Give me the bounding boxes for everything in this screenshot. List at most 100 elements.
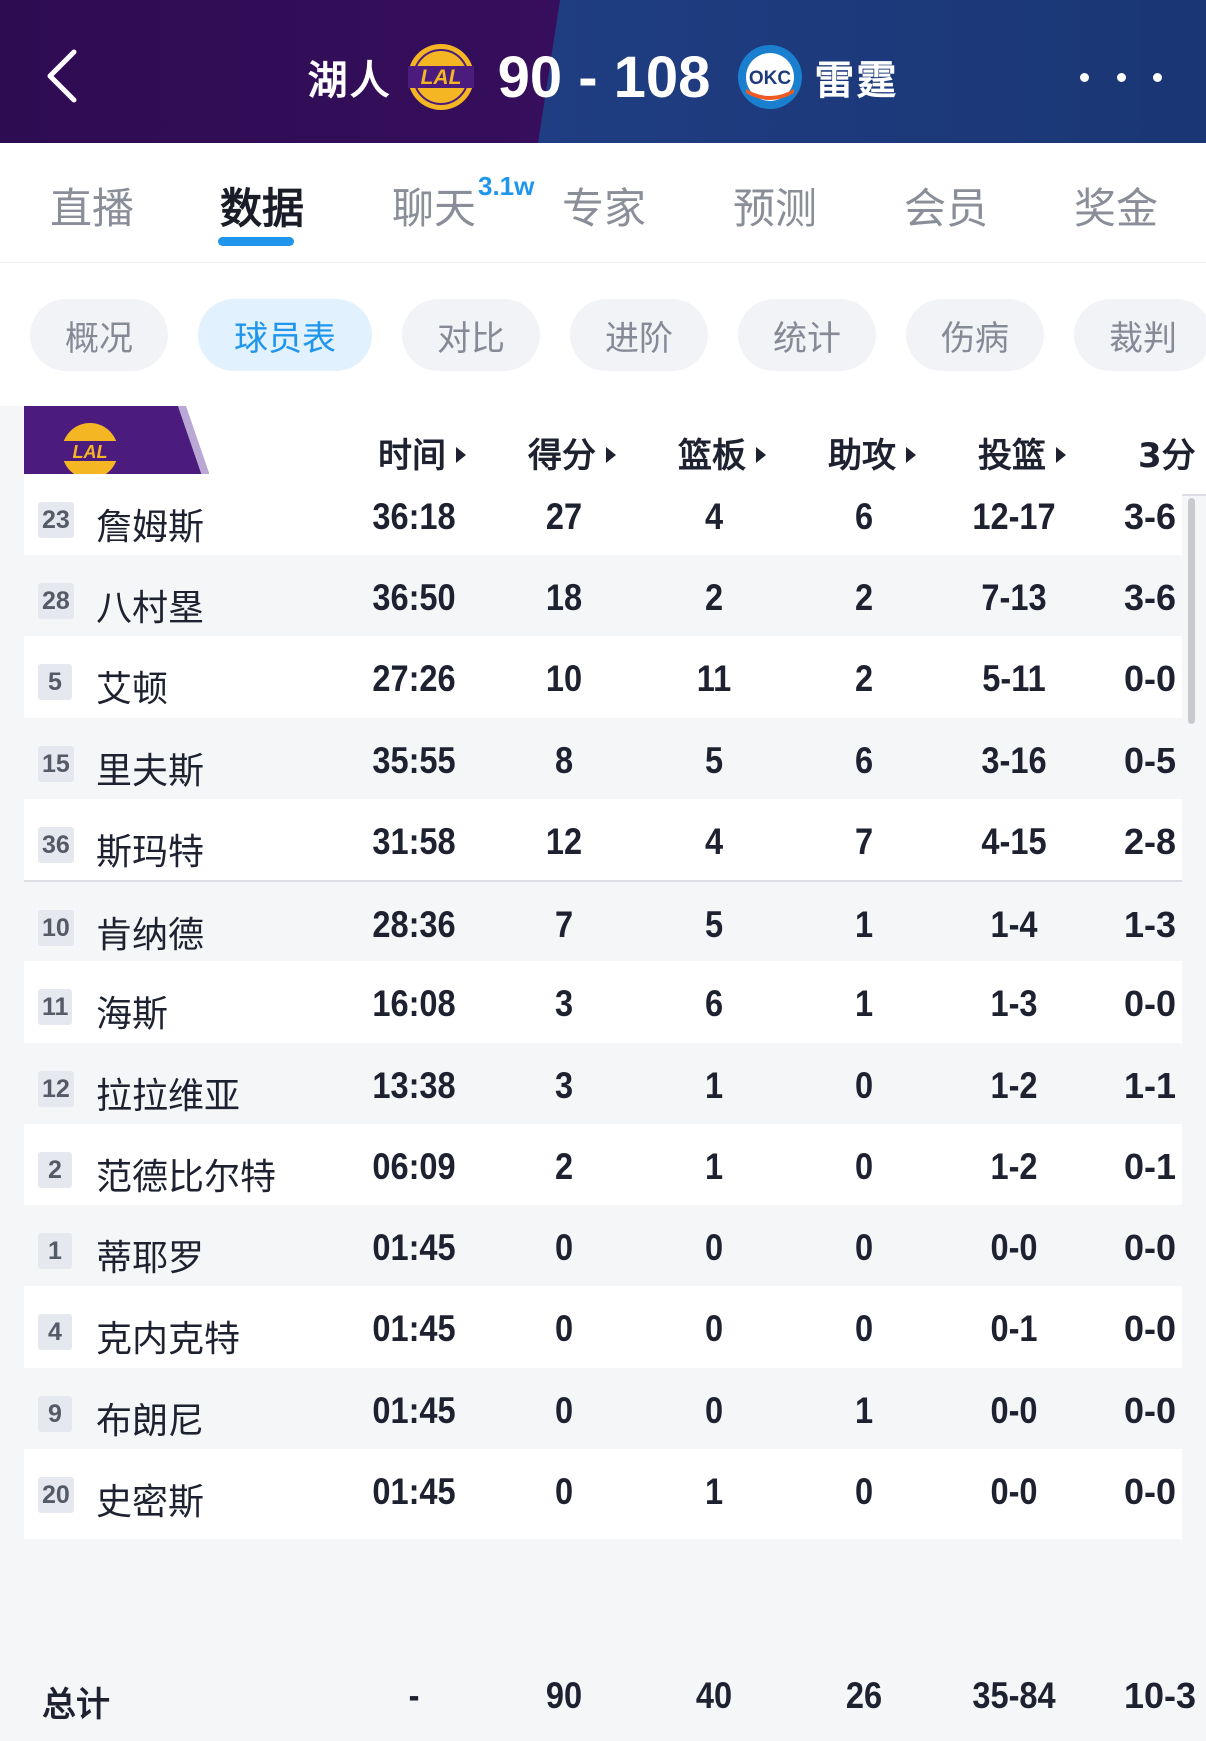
column-header-rebounds[interactable]: 篮板 <box>678 428 766 477</box>
player-points: 0 <box>554 1227 574 1268</box>
player-assists: 7 <box>854 821 874 862</box>
subtab-compare[interactable]: 对比 <box>402 299 540 371</box>
player-name[interactable]: 海斯 <box>96 985 168 1037</box>
table-row[interactable]: 28 八村塁 36:50 18 2 2 7-13 3-6 <box>24 555 1182 645</box>
dot-icon <box>1116 72 1126 82</box>
player-name[interactable]: 范德比尔特 <box>96 1148 276 1200</box>
table-row[interactable]: 20 史密斯 01:45 0 1 0 0-0 0-0 <box>24 1449 1182 1539</box>
player-name[interactable]: 肯纳德 <box>96 906 204 958</box>
column-header-label: 篮板 <box>678 436 746 476</box>
table-scrollbar[interactable] <box>1188 498 1195 724</box>
table-row[interactable]: 10 肯纳德 28:36 7 5 1 1-4 1-3 <box>24 880 1182 970</box>
player-name[interactable]: 克内克特 <box>96 1310 240 1362</box>
player-points: 27 <box>545 496 583 537</box>
table-row[interactable]: 23 詹姆斯 36:18 27 4 6 12-17 3-6 <box>24 474 1182 564</box>
player-time: 36:50 <box>372 577 456 618</box>
player-name[interactable]: 斯玛特 <box>96 823 204 875</box>
table-row[interactable]: 5 艾顿 27:26 10 11 2 5-11 0-0 <box>24 636 1182 726</box>
main-tab-bar: 直播 数据 聊天 3.1w 专家 预测 会员 奖金 <box>0 143 1206 263</box>
column-header-label: 助攻 <box>828 436 896 476</box>
table-row[interactable]: 15 里夫斯 35:55 8 5 6 3-16 0-5 <box>24 718 1182 808</box>
table-row[interactable]: 36 斯玛特 31:58 12 4 7 4-15 2-8 <box>24 799 1182 889</box>
player-points: 8 <box>554 740 574 781</box>
away-team-name[interactable]: 雷霆 <box>814 48 898 106</box>
tab-live[interactable]: 直播 <box>50 175 134 236</box>
lakers-logo[interactable]: LAL <box>406 42 476 112</box>
player-name[interactable]: 里夫斯 <box>96 742 204 794</box>
subtab-referees[interactable]: 裁判 <box>1074 299 1206 371</box>
table-row[interactable]: 1 蒂耶罗 01:45 0 0 0 0-0 0-0 <box>24 1205 1182 1295</box>
player-name[interactable]: 史密斯 <box>96 1473 204 1525</box>
player-name[interactable]: 八村塁 <box>96 579 204 631</box>
more-options-button[interactable] <box>1080 64 1162 90</box>
player-field-goals: 0-0 <box>990 1390 1038 1431</box>
player-time: 01:45 <box>372 1227 456 1268</box>
player-name[interactable]: 布朗尼 <box>96 1392 204 1444</box>
subtab-injuries[interactable]: 伤病 <box>906 299 1044 371</box>
player-field-goals: 0-1 <box>990 1308 1038 1349</box>
table-row[interactable]: 11 海斯 16:08 3 6 1 1-3 0-0 <box>24 961 1182 1051</box>
player-rebounds: 0 <box>704 1390 724 1431</box>
tab-membership[interactable]: 会员 <box>904 175 988 236</box>
player-rebounds: 5 <box>704 740 724 781</box>
player-field-goals: 0-0 <box>990 1227 1038 1268</box>
player-points: 2 <box>554 1146 574 1187</box>
subtab-overview[interactable]: 概况 <box>30 299 168 371</box>
player-field-goals: 12-17 <box>972 496 1056 537</box>
table-row[interactable]: 4 克内克特 01:45 0 0 0 0-1 0-0 <box>24 1286 1182 1376</box>
player-time: 06:09 <box>372 1146 456 1187</box>
tab-experts[interactable]: 专家 <box>562 175 646 236</box>
jersey-number: 2 <box>38 1152 72 1188</box>
column-header-assists[interactable]: 助攻 <box>828 428 916 477</box>
player-name[interactable]: 詹姆斯 <box>96 498 204 550</box>
player-time: 31:58 <box>372 821 456 862</box>
subtab-player-stats[interactable]: 球员表 <box>198 299 372 371</box>
player-name[interactable]: 艾顿 <box>96 660 168 712</box>
column-header-time[interactable]: 时间 <box>378 428 466 477</box>
player-time: 27:26 <box>372 658 456 699</box>
subtab-advanced[interactable]: 进阶 <box>570 299 708 371</box>
player-rebounds: 0 <box>704 1308 724 1349</box>
player-field-goals: 1-2 <box>990 1146 1038 1187</box>
player-rebounds: 1 <box>704 1146 724 1187</box>
player-rebounds: 5 <box>704 904 724 945</box>
thunder-logo[interactable]: OKC <box>736 43 804 111</box>
column-header-label: 时间 <box>378 436 446 476</box>
table-row[interactable]: 2 范德比尔特 06:09 2 1 0 1-2 0-1 <box>24 1124 1182 1214</box>
sort-arrow-icon <box>456 446 466 463</box>
lakers-logo-text: LAL <box>420 66 461 89</box>
jersey-number: 4 <box>38 1314 72 1350</box>
player-assists: 6 <box>854 740 874 781</box>
player-three-pointers: 0-0 <box>1124 1390 1177 1431</box>
column-header-field-goals[interactable]: 投篮 <box>978 428 1066 477</box>
player-assists: 0 <box>854 1227 874 1268</box>
table-row[interactable]: 9 布朗尼 01:45 0 0 1 0-0 0-0 <box>24 1368 1182 1458</box>
player-name[interactable]: 拉拉维亚 <box>96 1067 240 1119</box>
player-time: 36:18 <box>372 496 456 537</box>
column-header-three-pointers[interactable]: 3分 <box>1138 428 1196 477</box>
player-three-pointers: 0-0 <box>1124 983 1177 1024</box>
scoreboard: 湖人 LAL 90 - 108 OKC 雷霆 <box>0 34 1206 120</box>
player-time: 01:45 <box>372 1308 456 1349</box>
player-name[interactable]: 蒂耶罗 <box>96 1229 204 1281</box>
tab-bonus[interactable]: 奖金 <box>1074 175 1158 236</box>
player-three-pointers: 0-0 <box>1124 1227 1177 1268</box>
jersey-number: 28 <box>38 583 74 619</box>
dot-icon <box>1080 72 1089 82</box>
tab-data[interactable]: 数据 <box>220 175 304 236</box>
player-field-goals: 1-4 <box>990 904 1038 945</box>
player-points: 0 <box>554 1308 574 1349</box>
player-rebounds: 4 <box>704 821 724 862</box>
totals-points: 90 <box>545 1675 583 1716</box>
totals-rebounds: 40 <box>695 1675 733 1716</box>
player-points: 0 <box>554 1471 574 1512</box>
player-stats-table[interactable]: LAL 时间 得分 篮板 助攻 投篮 3分 23 詹姆斯 36:18 27 4 6 12-1… <box>0 406 1206 1741</box>
table-row[interactable]: 12 拉拉维亚 13:38 3 1 0 1-2 1-1 <box>24 1043 1182 1133</box>
player-three-pointers: 1-3 <box>1124 904 1177 945</box>
column-header-points[interactable]: 得分 <box>528 428 616 477</box>
tab-predictions[interactable]: 预测 <box>733 175 817 236</box>
totals-field-goals: 35-84 <box>972 1675 1056 1716</box>
tab-chat[interactable]: 聊天 <box>392 175 476 236</box>
home-team-name[interactable]: 湖人 <box>308 48 392 106</box>
subtab-statistics[interactable]: 统计 <box>738 299 876 371</box>
